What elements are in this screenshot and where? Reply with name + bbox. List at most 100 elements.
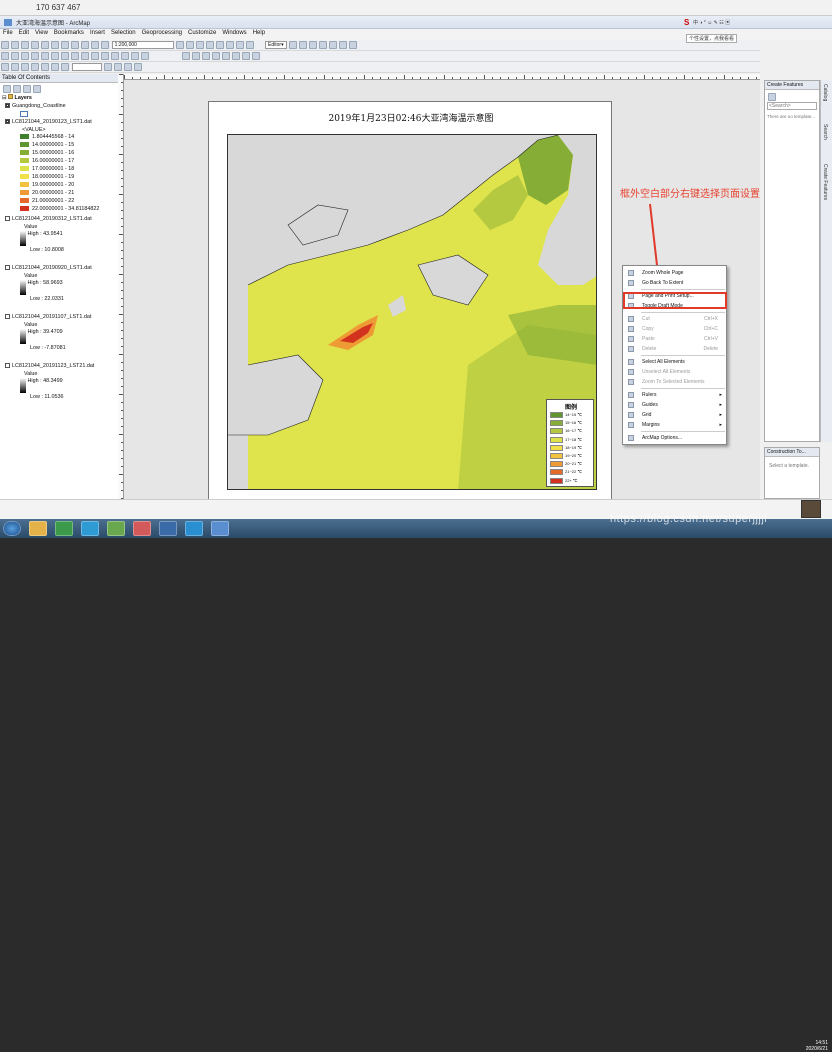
- select-elements-icon[interactable]: [91, 52, 99, 60]
- menu-customize[interactable]: Customize: [185, 29, 219, 37]
- paste-icon[interactable]: [61, 41, 69, 49]
- menu-view[interactable]: View: [32, 29, 51, 37]
- menu-file[interactable]: File: [0, 29, 16, 37]
- menu-help[interactable]: Help: [250, 29, 268, 37]
- context-menu-item[interactable]: Rulers ▸: [623, 390, 726, 400]
- side-tab[interactable]: Catalog: [822, 84, 828, 101]
- toc-layer[interactable]: LC8121044_20190312_LST1.dat: [5, 216, 92, 222]
- fixed-zoom-out-icon[interactable]: [51, 52, 59, 60]
- context-menu-item[interactable]: Margins ▸: [623, 420, 726, 430]
- modelbuilder-icon[interactable]: [246, 41, 255, 49]
- system-clock[interactable]: 14:51 2020/6/21: [790, 1040, 828, 1052]
- layer-checkbox[interactable]: [5, 216, 10, 222]
- data-frame[interactable]: 图例 14~15 ℃ 15~16 ℃ 16~17 ℃ 17~18 ℃ 18~19 ℃ 19…: [227, 134, 597, 490]
- full-extent-icon[interactable]: [31, 52, 39, 60]
- layer-checkbox[interactable]: [5, 314, 10, 320]
- toc-layer[interactable]: Guangdong_Coastline: [5, 103, 66, 109]
- layout-zoom-minus-icon[interactable]: [11, 63, 19, 71]
- scale-select[interactable]: 1:200,000: [111, 41, 174, 49]
- map-title[interactable]: 2019年1月23日02:46大亚湾海温示意图: [209, 111, 613, 124]
- list-by-drawing-order-icon[interactable]: [3, 85, 11, 93]
- layer-checkbox[interactable]: [5, 119, 10, 125]
- layout-prev-icon[interactable]: [51, 63, 59, 71]
- layout-hand-icon[interactable]: [21, 63, 29, 71]
- split-icon[interactable]: [319, 41, 328, 49]
- edit-tool-icon[interactable]: [289, 41, 298, 49]
- layout-next-icon[interactable]: [61, 63, 69, 71]
- redo-icon[interactable]: [91, 41, 99, 49]
- avatar[interactable]: [801, 500, 821, 518]
- toc-layer[interactable]: LC8121044_20190920_LST1.dat: [5, 265, 92, 271]
- python-icon[interactable]: [236, 41, 245, 49]
- start-icon[interactable]: [3, 521, 21, 536]
- layout-pan-icon[interactable]: [201, 52, 210, 60]
- toc-layer[interactable]: LC8121044_20191123_LST21.dat: [5, 363, 94, 369]
- app-icon[interactable]: [107, 521, 125, 536]
- table-icon[interactable]: [186, 41, 195, 49]
- arctoolbox-icon[interactable]: [226, 41, 235, 49]
- select-pointer-icon[interactable]: [104, 63, 113, 71]
- context-menu-item[interactable]: ArcMap Options...: [623, 433, 726, 443]
- toc-layer[interactable]: LC8121044_20190123_LST1.dat: [5, 119, 92, 125]
- copy-icon[interactable]: [51, 41, 59, 49]
- list-by-source-icon[interactable]: [13, 85, 21, 93]
- browser-icon[interactable]: [81, 521, 99, 536]
- menu-selection[interactable]: Selection: [108, 29, 139, 37]
- arcmap-task-icon[interactable]: [211, 521, 229, 536]
- open-icon[interactable]: [11, 41, 19, 49]
- zoom-100-icon[interactable]: [221, 52, 230, 60]
- toc-root[interactable]: ⊟ Layers: [2, 94, 32, 101]
- sketch-icon[interactable]: [299, 41, 308, 49]
- chrome-icon[interactable]: [55, 521, 73, 536]
- attributes-icon[interactable]: [339, 41, 348, 49]
- editor-menu[interactable]: Editor▾: [265, 41, 287, 49]
- identify-icon[interactable]: [101, 52, 109, 60]
- hyperlink-icon[interactable]: [131, 52, 139, 60]
- find-icon[interactable]: [111, 52, 119, 60]
- layout-actual-size-icon[interactable]: [41, 63, 49, 71]
- layout-zoom-select[interactable]: [71, 63, 102, 71]
- zoom-out-icon[interactable]: [11, 52, 19, 60]
- catalog-icon[interactable]: [206, 41, 215, 49]
- sketch-props-icon[interactable]: [349, 41, 358, 49]
- menu-bookmarks[interactable]: Bookmarks: [51, 29, 87, 37]
- folder-icon[interactable]: [185, 521, 203, 536]
- save-icon[interactable]: [21, 41, 29, 49]
- context-menu-item[interactable]: Go Back To Extent: [623, 278, 726, 288]
- context-menu-item[interactable]: Guides ▸: [623, 400, 726, 410]
- draft-icon[interactable]: [134, 63, 143, 71]
- context-menu-item[interactable]: Select All Elements: [623, 357, 726, 367]
- rotate-icon[interactable]: [329, 41, 338, 49]
- side-tab[interactable]: Search: [822, 124, 828, 140]
- text-tool-icon[interactable]: [231, 52, 240, 60]
- zoom-in-icon[interactable]: [1, 52, 9, 60]
- menu-edit[interactable]: Edit: [16, 29, 32, 37]
- ime-icon[interactable]: S: [684, 18, 689, 27]
- layout-page[interactable]: 2019年1月23日02:46大亚湾海温示意图 图例 14~15 ℃ 15~16…: [208, 101, 612, 505]
- map-legend[interactable]: 图例 14~15 ℃ 15~16 ℃ 16~17 ℃ 17~18 ℃ 18~19 ℃ 19…: [546, 399, 594, 487]
- rectangle-tool-icon[interactable]: [241, 52, 250, 60]
- layer-checkbox[interactable]: [5, 363, 10, 369]
- toc-icon[interactable]: [196, 41, 205, 49]
- reshape-icon[interactable]: [309, 41, 318, 49]
- layer-checkbox[interactable]: [5, 103, 10, 109]
- matlab-icon[interactable]: [159, 521, 177, 536]
- side-tab[interactable]: Create Features: [822, 164, 828, 200]
- menu-windows[interactable]: Windows: [219, 29, 249, 37]
- pan-icon[interactable]: [21, 52, 29, 60]
- menu-insert[interactable]: Insert: [87, 29, 108, 37]
- measure-icon[interactable]: [121, 52, 129, 60]
- context-menu-item[interactable]: Zoom Whole Page: [623, 268, 726, 278]
- layout-zoom-out-icon[interactable]: [191, 52, 200, 60]
- fixed-zoom-in-icon[interactable]: [41, 52, 49, 60]
- layer-checkbox[interactable]: [5, 265, 10, 271]
- toc-layer[interactable]: LC8121044_20191107_LST1.dat: [5, 314, 91, 320]
- add-data-icon[interactable]: [101, 41, 109, 49]
- ime-toolbar[interactable]: 中 ◑ ° ☺ ✎ ☷ ▣: [693, 19, 730, 26]
- organize-templates-icon[interactable]: [768, 93, 776, 101]
- context-menu-item[interactable]: Grid ▸: [623, 410, 726, 420]
- list-by-visibility-icon[interactable]: [23, 85, 31, 93]
- editor-toolbar-icon[interactable]: [176, 41, 185, 49]
- print-icon[interactable]: [31, 41, 39, 49]
- new-icon[interactable]: [1, 41, 9, 49]
